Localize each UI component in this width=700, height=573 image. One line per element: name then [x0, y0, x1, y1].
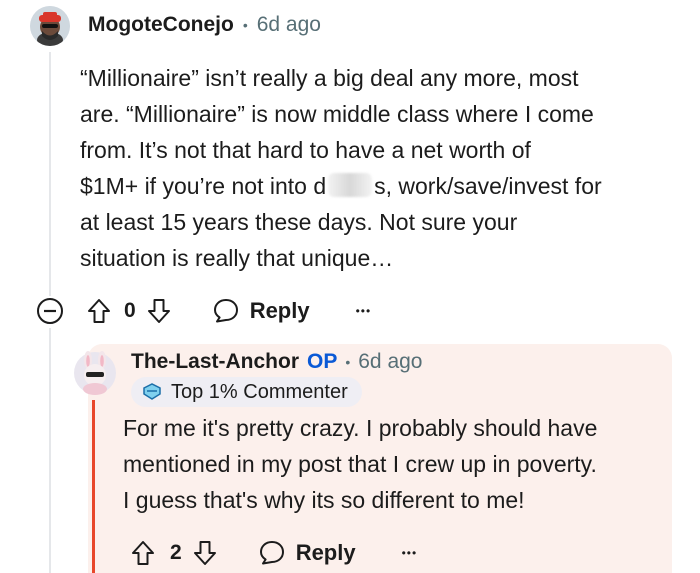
- comment-header: MogoteConejo • 6d ago: [88, 13, 321, 37]
- comment-line: from. It’s not that hard to have a net w…: [80, 137, 531, 163]
- comment-line: are. “Millionaire” is now middle class w…: [80, 101, 594, 127]
- reply-header: The-Last-Anchor OP • 6d ago: [131, 350, 422, 374]
- username[interactable]: The-Last-Anchor: [131, 350, 299, 374]
- reply-line: mentioned in my post that I crew up in p…: [123, 451, 597, 477]
- separator-dot: •: [345, 354, 351, 370]
- reply-button[interactable]: Reply: [258, 539, 356, 567]
- reply-line: I guess that's why its so different to m…: [123, 487, 525, 513]
- reply-label: Reply: [249, 298, 310, 323]
- comment-line: situation is really that unique…: [80, 245, 394, 271]
- comment-line-prefix: $1M+ if you’re not into d: [80, 173, 327, 199]
- upvote-icon: [132, 541, 154, 565]
- badge-label: Top 1% Commenter: [171, 380, 348, 403]
- top-commenter-icon: [143, 383, 161, 400]
- reply-thread-line: [92, 400, 95, 573]
- upvote-button[interactable]: [130, 539, 156, 567]
- comment-line-suffix: s, work/save/invest for: [374, 173, 602, 199]
- downvote-icon: [147, 299, 170, 323]
- user-avatar-icon: [30, 6, 70, 46]
- thread-line: [49, 52, 51, 296]
- reply-label: Reply: [295, 540, 356, 565]
- collapse-icon: [37, 298, 63, 324]
- vote-count: 0: [124, 299, 136, 322]
- comment-line: “Millionaire” isn’t really a big deal an…: [80, 65, 579, 91]
- more-options-icon[interactable]: •••: [402, 546, 418, 560]
- comment-line: $1M+ if you’re not into d s, work/save/in…: [80, 168, 680, 204]
- blurred-word: [328, 173, 373, 197]
- chat-bubble-icon: [213, 299, 238, 323]
- more-options-icon[interactable]: •••: [356, 304, 372, 318]
- reply-avatar[interactable]: [73, 351, 117, 400]
- user-avatar-icon: [74, 351, 116, 395]
- downvote-icon: [193, 541, 216, 565]
- vote-count: 2: [170, 541, 182, 564]
- downvote-button[interactable]: [192, 539, 218, 567]
- upvote-icon: [88, 299, 110, 323]
- downvote-button[interactable]: [146, 297, 172, 325]
- collapse-button[interactable]: [36, 297, 64, 330]
- comment-line: at least 15 years these days. Not sure y…: [80, 209, 518, 235]
- reply-actions: 2 Reply •••: [130, 536, 417, 570]
- thread-line-lower: [49, 328, 51, 573]
- chat-bubble-icon: [259, 541, 284, 565]
- comment-actions: 0 Reply •••: [86, 294, 371, 328]
- timestamp[interactable]: 6d ago: [257, 13, 321, 37]
- commenter-badge: Top 1% Commenter: [131, 377, 362, 407]
- upvote-button[interactable]: [86, 297, 112, 325]
- comment-body: “Millionaire” isn’t really a big deal an…: [80, 60, 680, 276]
- reply-line: For me it's pretty crazy. I probably sho…: [123, 415, 598, 441]
- timestamp[interactable]: 6d ago: [358, 350, 422, 374]
- separator-dot: •: [242, 17, 248, 33]
- reply-body: For me it's pretty crazy. I probably sho…: [123, 410, 683, 518]
- reply-button[interactable]: Reply: [212, 297, 310, 325]
- op-badge: OP: [307, 350, 338, 373]
- avatar[interactable]: [30, 6, 70, 46]
- username[interactable]: MogoteConejo: [88, 13, 234, 37]
